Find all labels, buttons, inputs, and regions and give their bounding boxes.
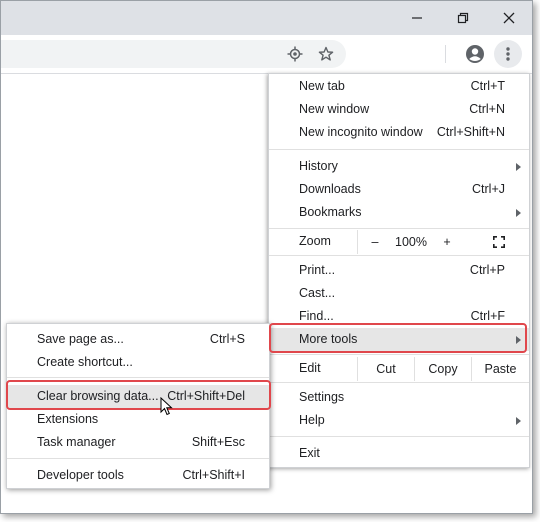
submenu-item-task-manager[interactable]: Task manager Shift+Esc bbox=[7, 431, 269, 454]
menu-item-shortcut: Ctrl+Shift+Del bbox=[167, 389, 245, 403]
menu-item-shortcut: Ctrl+T bbox=[470, 79, 505, 93]
submenu-arrow-icon bbox=[516, 336, 521, 344]
more-tools-submenu: Save page as... Ctrl+S Create shortcut..… bbox=[6, 323, 270, 489]
zoom-in-button[interactable]: + bbox=[431, 230, 463, 254]
title-bar bbox=[1, 1, 532, 35]
menu-separator bbox=[269, 436, 529, 437]
menu-item-shortcut: Ctrl+N bbox=[469, 102, 505, 116]
bookmark-star-icon bbox=[318, 46, 334, 61]
menu-item-label: New incognito window bbox=[299, 125, 423, 139]
menu-item-label: Find... bbox=[299, 309, 334, 323]
menu-separator bbox=[269, 228, 529, 229]
menu-item-print[interactable]: Print... Ctrl+P bbox=[269, 259, 529, 282]
menu-item-shortcut: Shift+Esc bbox=[191, 435, 245, 449]
mouse-cursor-icon bbox=[160, 397, 173, 416]
fullscreen-icon bbox=[493, 236, 505, 248]
restore-icon bbox=[457, 12, 469, 24]
menu-item-shortcut: Ctrl+Shift+N bbox=[436, 125, 505, 139]
menu-item-label: Developer tools bbox=[37, 468, 124, 482]
minimize-icon bbox=[412, 17, 422, 19]
menu-row-zoom: Zoom – 100% + bbox=[269, 230, 529, 254]
menu-item-find[interactable]: Find... Ctrl+F bbox=[269, 305, 529, 328]
submenu-arrow-icon bbox=[516, 209, 521, 217]
menu-separator bbox=[269, 354, 529, 355]
submenu-item-developer-tools[interactable]: Developer tools Ctrl+Shift+I bbox=[7, 464, 269, 487]
fullscreen-button[interactable] bbox=[481, 230, 517, 254]
menu-item-shortcut: Ctrl+J bbox=[472, 182, 505, 196]
menu-item-label: Clear browsing data... bbox=[37, 389, 159, 403]
menu-separator bbox=[269, 149, 529, 150]
profile-button[interactable] bbox=[461, 40, 489, 68]
menu-item-label: History bbox=[299, 159, 338, 173]
menu-item-label: Create shortcut... bbox=[37, 355, 133, 369]
menu-item-downloads[interactable]: Downloads Ctrl+J bbox=[269, 178, 529, 201]
location-icon bbox=[287, 46, 303, 62]
restore-button[interactable] bbox=[440, 1, 486, 35]
menu-item-label: More tools bbox=[299, 332, 358, 346]
browser-window: New tab Ctrl+T New window Ctrl+N New inc… bbox=[0, 0, 533, 514]
close-icon bbox=[503, 12, 515, 24]
menu-item-label: Extensions bbox=[37, 412, 99, 426]
more-vert-icon bbox=[506, 47, 510, 61]
submenu-arrow-icon bbox=[516, 417, 521, 425]
submenu-item-clear-browsing-data[interactable]: Clear browsing data... Ctrl+Shift+Del bbox=[7, 385, 269, 408]
menu-item-bookmarks[interactable]: Bookmarks bbox=[269, 201, 529, 224]
menu-separator bbox=[269, 255, 529, 256]
zoom-label: Zoom bbox=[299, 234, 331, 248]
menu-item-label: Cast... bbox=[299, 286, 336, 300]
profile-icon bbox=[466, 45, 484, 63]
menu-item-shortcut: Ctrl+Shift+I bbox=[182, 468, 245, 482]
menu-item-label: Settings bbox=[299, 390, 345, 404]
menu-item-shortcut: Ctrl+F bbox=[470, 309, 505, 323]
menu-item-new-incognito[interactable]: New incognito window Ctrl+Shift+N bbox=[269, 121, 529, 144]
menu-item-label: New tab bbox=[299, 79, 345, 93]
menu-item-new-window[interactable]: New window Ctrl+N bbox=[269, 98, 529, 121]
menu-item-label: Exit bbox=[299, 446, 320, 460]
submenu-item-extensions[interactable]: Extensions bbox=[7, 408, 269, 431]
menu-item-more-tools[interactable]: More tools bbox=[269, 328, 529, 351]
address-bar[interactable] bbox=[1, 40, 346, 68]
menu-separator bbox=[7, 458, 269, 459]
menu-item-label: Downloads bbox=[299, 182, 361, 196]
menu-item-label: Bookmarks bbox=[299, 205, 362, 219]
submenu-arrow-icon bbox=[516, 163, 521, 171]
menu-item-label: Print... bbox=[299, 263, 336, 277]
zoom-divider bbox=[357, 230, 358, 254]
menu-separator bbox=[7, 377, 269, 378]
zoom-level: 100% bbox=[395, 234, 427, 249]
submenu-item-save-page[interactable]: Save page as... Ctrl+S bbox=[7, 328, 269, 351]
bookmark-button[interactable] bbox=[312, 40, 340, 68]
submenu-item-create-shortcut[interactable]: Create shortcut... bbox=[7, 351, 269, 374]
menu-item-new-tab[interactable]: New tab Ctrl+T bbox=[269, 75, 529, 98]
paste-button[interactable]: Paste bbox=[472, 357, 529, 381]
edit-label: Edit bbox=[299, 361, 321, 375]
toolbar-divider bbox=[445, 45, 446, 63]
cut-button[interactable]: Cut bbox=[358, 357, 414, 381]
menu-row-edit: Edit Cut Copy Paste bbox=[269, 357, 529, 381]
menu-item-cast[interactable]: Cast... bbox=[269, 282, 529, 305]
minimize-button[interactable] bbox=[394, 1, 440, 35]
menu-item-label: Save page as... bbox=[37, 332, 124, 346]
menu-item-shortcut: Ctrl+S bbox=[209, 332, 245, 346]
toolbar bbox=[1, 35, 532, 74]
zoom-out-button[interactable]: – bbox=[359, 230, 391, 254]
menu-item-settings[interactable]: Settings bbox=[269, 386, 529, 409]
menu-item-help[interactable]: Help bbox=[269, 409, 529, 432]
menu-item-label: Task manager bbox=[37, 435, 116, 449]
menu-item-exit[interactable]: Exit bbox=[269, 442, 529, 465]
menu-item-label: Help bbox=[299, 413, 325, 427]
menu-item-shortcut: Ctrl+P bbox=[469, 263, 505, 277]
menu-item-label: New window bbox=[299, 102, 370, 116]
menu-separator bbox=[269, 382, 529, 383]
copy-button[interactable]: Copy bbox=[415, 357, 471, 381]
close-button[interactable] bbox=[486, 1, 532, 35]
chrome-menu: New tab Ctrl+T New window Ctrl+N New inc… bbox=[268, 73, 530, 468]
menu-item-history[interactable]: History bbox=[269, 155, 529, 178]
location-button[interactable] bbox=[281, 40, 309, 68]
chrome-menu-button[interactable] bbox=[494, 40, 522, 68]
